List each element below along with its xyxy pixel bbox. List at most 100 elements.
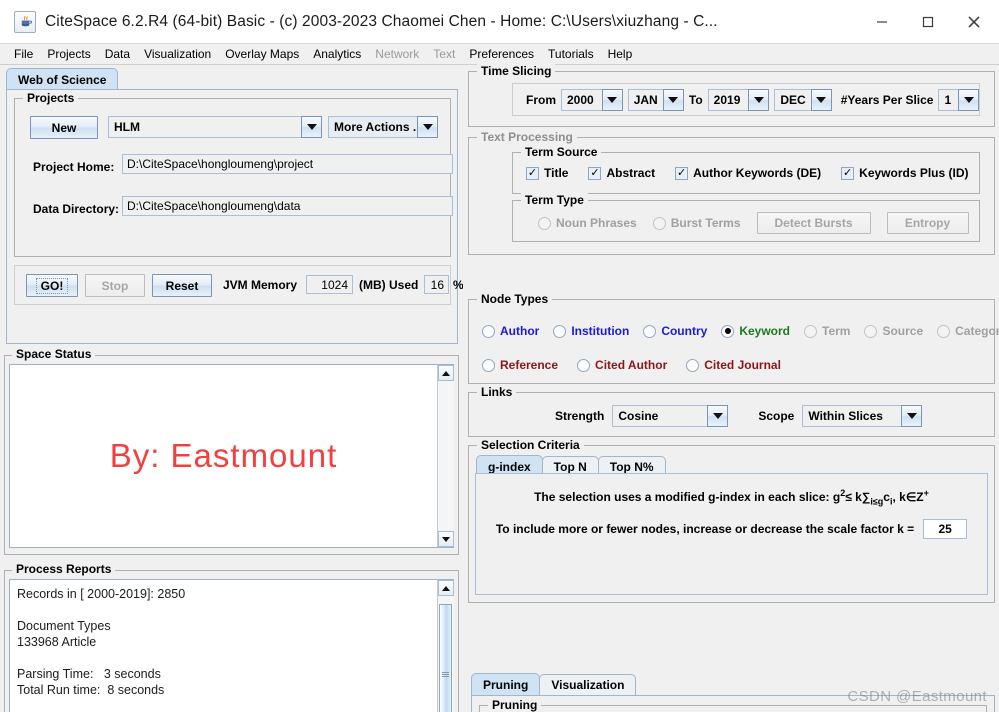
- menu-preferences[interactable]: Preferences: [462, 45, 541, 63]
- to-month-value: DEC: [774, 88, 811, 111]
- radio-cited-author[interactable]: Cited Author: [577, 358, 667, 372]
- radio-reference[interactable]: Reference: [482, 358, 558, 372]
- chevron-down-icon[interactable]: [958, 88, 979, 111]
- chevron-down-icon[interactable]: [662, 88, 684, 111]
- radio-institution[interactable]: Institution: [553, 324, 629, 338]
- menu-data[interactable]: Data: [98, 45, 137, 63]
- selection-criteria-group-label: Selection Criteria: [477, 438, 584, 452]
- scope-select[interactable]: Within Slices: [802, 405, 923, 427]
- strength-label: Strength: [555, 409, 605, 423]
- years-per-slice-select[interactable]: 1: [938, 88, 979, 111]
- project-select-value: HLM: [108, 116, 301, 138]
- project-select[interactable]: HLM: [108, 116, 322, 138]
- radio-icon: [937, 324, 951, 338]
- menu-overlay-maps[interactable]: Overlay Maps: [218, 45, 306, 63]
- tab-web-of-science[interactable]: Web of Science: [6, 68, 119, 90]
- radio-icon[interactable]: [482, 358, 495, 372]
- selection-criteria-group: Selection Criteria g-index Top N Top N% …: [468, 438, 995, 603]
- strength-select[interactable]: Cosine: [612, 405, 729, 427]
- close-button[interactable]: [951, 0, 997, 44]
- time-slicing-controls: From 2000 JAN To 2019 DEC #Years Per Sli…: [512, 83, 980, 116]
- scale-factor-field[interactable]: 25: [923, 519, 968, 539]
- menu-help[interactable]: Help: [601, 45, 640, 63]
- tab-pruning[interactable]: Pruning: [471, 673, 541, 695]
- data-directory-field[interactable]: D:\CiteSpace\hongloumeng\data: [122, 196, 453, 216]
- space-status-scrollbar[interactable]: [437, 365, 454, 547]
- checkbox-icon[interactable]: ✓: [841, 166, 855, 180]
- radio-icon[interactable]: [482, 324, 495, 338]
- g-index-panel: The selection uses a modified g-index in…: [475, 473, 988, 595]
- radio-country[interactable]: Country: [643, 324, 707, 338]
- menu-projects[interactable]: Projects: [40, 45, 97, 63]
- scroll-up-icon[interactable]: [437, 580, 454, 596]
- radio-keyword[interactable]: Keyword: [721, 324, 790, 338]
- minimize-button[interactable]: [859, 0, 905, 44]
- go-button[interactable]: GO!: [26, 274, 78, 297]
- years-per-slice-label: #Years Per Slice: [840, 92, 934, 107]
- years-per-slice-value: 1: [938, 88, 958, 111]
- scrollbar-track[interactable]: [437, 381, 454, 531]
- chevron-down-icon[interactable]: [748, 88, 770, 111]
- reset-button[interactable]: Reset: [152, 274, 212, 297]
- term-source-group-label: Term Source: [521, 145, 602, 159]
- left-panel: Web of Science Projects New HLM More Act…: [0, 65, 464, 712]
- time-slicing-group: Time Slicing From 2000 JAN To 2019 DEC #…: [468, 64, 995, 127]
- from-year-value: 2000: [561, 88, 602, 111]
- from-label: From: [526, 92, 556, 107]
- from-year-select[interactable]: 2000: [561, 88, 623, 111]
- radio-icon[interactable]: [553, 324, 567, 338]
- radio-icon[interactable]: [577, 358, 591, 372]
- memory-used-percent-field[interactable]: 16: [424, 275, 449, 294]
- process-reports-group-label: Process Reports: [12, 562, 116, 576]
- source-tabstrip: Web of Science: [6, 68, 119, 90]
- chevron-down-icon[interactable]: [301, 116, 322, 138]
- new-project-button[interactable]: New: [30, 116, 98, 139]
- chevron-down-icon[interactable]: [601, 88, 623, 111]
- space-status-area: By: Eastmount: [9, 364, 454, 548]
- term-type-group: Term Type Noun Phrases Burst Terms Detec…: [512, 193, 980, 242]
- more-actions-select[interactable]: More Actions ...: [328, 116, 438, 138]
- project-home-label: Project Home:: [33, 160, 115, 174]
- chevron-down-icon[interactable]: [901, 405, 923, 427]
- from-month-select[interactable]: JAN: [627, 88, 684, 111]
- chevron-down-icon[interactable]: [417, 116, 438, 138]
- checkbox-icon[interactable]: ✓: [675, 166, 689, 180]
- radio-icon[interactable]: [686, 358, 700, 372]
- radio-icon[interactable]: [721, 324, 735, 338]
- checkbox-author-keywords[interactable]: ✓ Author Keywords (DE): [675, 166, 821, 180]
- checkbox-keywords-plus[interactable]: ✓ Keywords Plus (ID): [841, 166, 969, 180]
- menu-bar: File Projects Data Visualization Overlay…: [0, 44, 999, 65]
- strength-value: Cosine: [612, 405, 708, 427]
- menu-file[interactable]: File: [7, 45, 40, 63]
- radio-cited-journal[interactable]: Cited Journal: [686, 358, 781, 372]
- checkbox-title[interactable]: ✓ Title: [526, 166, 568, 180]
- menu-tutorials[interactable]: Tutorials: [541, 45, 601, 63]
- scope-label: Scope: [758, 409, 795, 423]
- jvm-memory-field[interactable]: 1024: [306, 275, 353, 294]
- space-status-group: Space Status By: Eastmount: [4, 347, 459, 555]
- radio-icon: [538, 216, 551, 230]
- checkbox-abstract[interactable]: ✓ Abstract: [588, 166, 655, 180]
- scroll-up-icon[interactable]: [437, 365, 454, 381]
- menu-analytics[interactable]: Analytics: [306, 45, 368, 63]
- scroll-down-icon[interactable]: [437, 531, 454, 547]
- menu-text: Text: [433, 47, 456, 61]
- to-month-select[interactable]: DEC: [774, 88, 832, 111]
- process-reports-scrollbar[interactable]: [437, 580, 454, 712]
- tab-visualization[interactable]: Visualization: [539, 674, 637, 695]
- radio-icon[interactable]: [643, 324, 657, 338]
- radio-author[interactable]: Author: [482, 324, 539, 338]
- radio-source: Source: [864, 324, 923, 338]
- right-panel: Time Slicing From 2000 JAN To 2019 DEC #…: [468, 64, 999, 712]
- project-home-field[interactable]: D:\CiteSpace\hongloumeng\project: [122, 154, 453, 174]
- to-year-select[interactable]: 2019: [707, 88, 770, 111]
- maximize-button[interactable]: [905, 0, 951, 44]
- process-reports-text: Records in [ 2000-2019]: 2850 Document T…: [17, 587, 186, 697]
- chevron-down-icon[interactable]: [707, 405, 729, 427]
- checkbox-icon[interactable]: ✓: [588, 166, 602, 180]
- scrollbar-track[interactable]: [437, 596, 454, 712]
- checkbox-icon[interactable]: ✓: [526, 166, 539, 180]
- chevron-down-icon[interactable]: [810, 88, 832, 111]
- menu-visualization[interactable]: Visualization: [137, 45, 218, 63]
- scrollbar-thumb[interactable]: [438, 604, 452, 712]
